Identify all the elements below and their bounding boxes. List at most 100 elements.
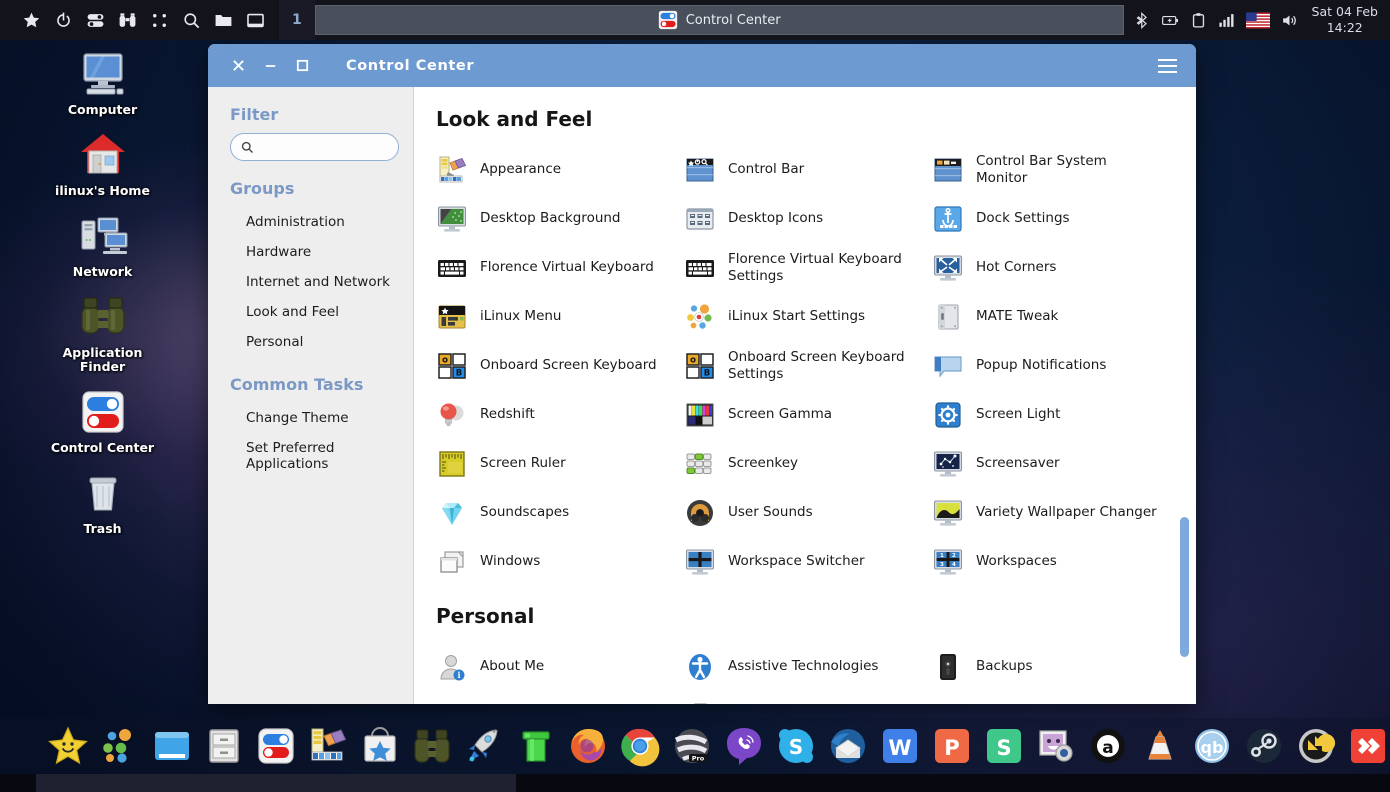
sidebar-item-look-and-feel[interactable]: Look and Feel [208,297,413,327]
dock-item-star-smile[interactable] [46,724,90,768]
dock-item-dots-cluster[interactable] [98,724,142,768]
settings-item-variety-wallpaper-changer[interactable]: Variety Wallpaper Changer [920,488,1168,537]
binoculars-icon[interactable] [118,11,137,30]
settings-item-screensaver[interactable]: Screensaver [920,439,1168,488]
settings-item-soundscapes[interactable]: Soundscapes [424,488,672,537]
sidebar-item-personal[interactable]: Personal [208,327,413,357]
dock-item-audacious[interactable]: a [1086,724,1130,768]
settings-item-workspace-switcher[interactable]: Workspace Switcher [672,537,920,586]
bluetooth-icon[interactable] [1134,11,1151,29]
minimize-button[interactable] [254,44,286,87]
task-button-control-center[interactable]: Control Center [658,10,781,30]
settings-item-change-passwords[interactable]: 1234 Change Passwords [424,691,672,704]
desktop-icon-application-finder[interactable]: Application Finder [40,291,165,374]
dock-item-terminal-pipe[interactable] [514,724,558,768]
signal-icon[interactable] [1218,12,1235,29]
settings-item-about-me[interactable]: i About Me [424,642,672,691]
settings-item-florence-virtual-keyboard[interactable]: Florence Virtual Keyboard [424,243,672,292]
dock-item-viber[interactable] [722,724,766,768]
folder-icon[interactable] [214,11,233,30]
settings-item-windows[interactable]: Windows [424,537,672,586]
settings-item-desktop-icons[interactable]: Desktop Icons [672,194,920,243]
desktop-icon-control-center[interactable]: Control Center [40,386,165,455]
star-icon[interactable] [22,11,41,30]
search-icon[interactable] [182,11,201,30]
dock-item-file-cabinet[interactable] [202,724,246,768]
settings-item-florence-virtual-keyboard-settings[interactable]: Florence Virtual Keyboard Settings [672,243,920,292]
hamburger-menu-button[interactable] [1150,44,1184,87]
dots-icon[interactable] [150,11,169,30]
settings-item-screenkey[interactable]: Screenkey [672,439,920,488]
maximize-button[interactable] [286,44,318,87]
dock-item-software-store[interactable] [358,724,402,768]
settings-item-mate-tweak[interactable]: MATE Tweak [920,292,1168,341]
desktop-icon-network[interactable]: Network [40,210,165,279]
dock-item-chrome[interactable] [618,724,662,768]
dock-item-window-blue[interactable] [150,724,194,768]
toggle-icon[interactable] [86,11,105,30]
battery-icon[interactable] [1161,12,1179,29]
clipboard-icon[interactable] [1190,12,1207,29]
dock-item-control-center[interactable] [254,724,298,768]
thunderbird-icon [831,729,865,763]
settings-item-dock-settings[interactable]: Dock Settings [920,194,1168,243]
settings-item-screen-light[interactable]: Screen Light [920,390,1168,439]
dock-item-anydesk[interactable] [1346,724,1390,768]
settings-item-onboard-screen-keyboard-settings[interactable]: o B Onboard Screen Keyboard Settings [672,341,920,390]
settings-item-onboard-screen-keyboard[interactable]: o B Onboard Screen Keyboard [424,341,672,390]
sidebar-item-change-theme[interactable]: Change Theme [208,403,413,433]
sidebar-item-hardware[interactable]: Hardware [208,237,413,267]
dock-item-opera-pro[interactable]: Pro [670,724,714,768]
sidebar-item-set-preferred-applications[interactable]: Set Preferred Applications [208,433,413,479]
dock-item-image-viewer[interactable] [1034,724,1078,768]
settings-item-workspaces[interactable]: 1 2 3 4 Workspaces [920,537,1168,586]
settings-scrollbar[interactable] [1179,87,1190,704]
search-input[interactable] [268,139,413,155]
sidebar-item-internet-and-network[interactable]: Internet and Network [208,267,413,297]
dock-item-vlc[interactable] [1138,724,1182,768]
settings-item-redshift[interactable]: Redshift [424,390,672,439]
window-titlebar[interactable]: Control Center [208,44,1196,87]
settings-item-screen-gamma[interactable]: Screen Gamma [672,390,920,439]
workspace-indicator[interactable]: 1 [279,0,315,40]
binoculars-icon [414,729,450,763]
dock-item-wps-presentation[interactable]: P [930,724,974,768]
settings-item-assistive-technologies[interactable]: Assistive Technologies [672,642,920,691]
settings-item-ilinux-menu[interactable]: iLinux Menu [424,292,672,341]
dock-item-qbittorrent[interactable]: qb [1190,724,1234,768]
dock-item-steam[interactable] [1242,724,1286,768]
dock-item-thunderbird[interactable] [826,724,870,768]
window-icon[interactable] [246,11,265,30]
dock-item-appearance[interactable] [306,724,350,768]
settings-item-control-bar-system-monitor[interactable]: Control Bar System Monitor [920,145,1168,194]
settings-item-popup-notifications[interactable]: Popup Notifications [920,341,1168,390]
settings-item-desktop-background[interactable]: Desktop Background [424,194,672,243]
settings-item-ilinux-start-settings[interactable]: iLinux Start Settings [672,292,920,341]
dock-item-firefox[interactable] [566,724,610,768]
power-icon[interactable] [54,11,73,30]
volume-icon[interactable] [1281,12,1298,29]
settings-item-screen-ruler[interactable]: Screen Ruler [424,439,672,488]
clock[interactable]: Sat 04 Feb 14:22 [1308,4,1390,36]
desktop-icon-home[interactable]: ilinux's Home [40,129,165,198]
desktop-icon-computer[interactable]: Computer [40,48,165,117]
settings-item-backups[interactable]: Backups [920,642,1168,691]
settings-item-character-map[interactable]: à Character Map [672,691,920,704]
sidebar-item-administration[interactable]: Administration [208,207,413,237]
dock-item-wps-spreadsheet[interactable]: S [982,724,1026,768]
dock-item-application-finder[interactable] [410,724,454,768]
us-flag-icon[interactable] [1245,12,1270,29]
settings-item-characters[interactable]: á Characters [920,691,1168,704]
dock-item-restore[interactable] [1294,724,1338,768]
dock-item-skype[interactable]: S [774,724,818,768]
settings-item-hot-corners[interactable]: Hot Corners [920,243,1168,292]
scrollbar-thumb[interactable] [1180,517,1189,657]
dock-item-rocket[interactable] [462,724,506,768]
settings-item-control-bar[interactable]: Control Bar [672,145,920,194]
settings-item-appearance[interactable]: Appearance [424,145,672,194]
close-button[interactable] [222,44,254,87]
search-box[interactable] [230,133,413,161]
dock-item-wps-writer[interactable]: W [878,724,922,768]
desktop-icon-trash[interactable]: Trash [40,467,165,536]
settings-item-user-sounds[interactable]: User Sounds [672,488,920,537]
